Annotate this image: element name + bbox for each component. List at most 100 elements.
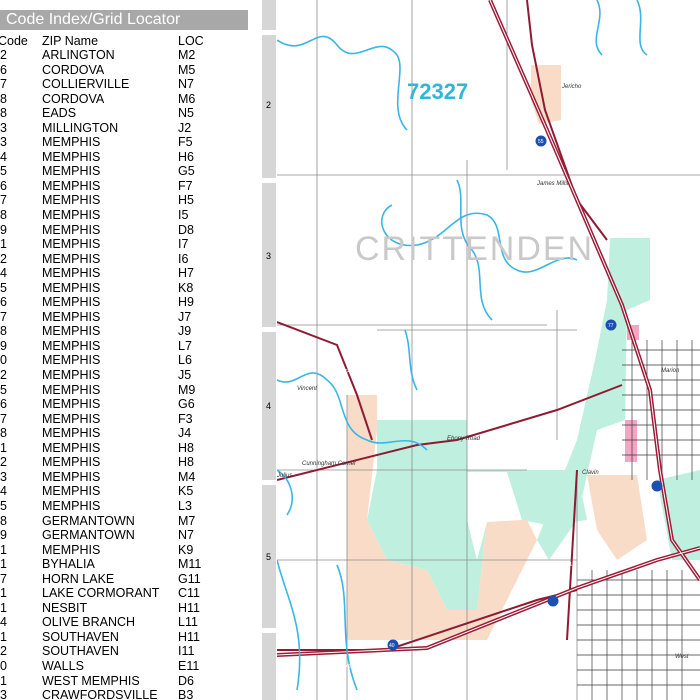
index-row: 2 MEMPHIS H8 — [0, 455, 262, 470]
zip-name-cell: MEMPHIS — [42, 135, 101, 150]
zip-name-cell: MEMPHIS — [42, 542, 101, 557]
loc-cell: K8 — [178, 280, 194, 295]
route-number: 149 — [343, 664, 352, 670]
index-row: 4 OLIVE BRANCH L11 — [0, 615, 262, 630]
street-map[interactable]: 72327 CRITTENDEN Jericho James Mills Marion V… — [277, 0, 700, 700]
map-canvas: 72327 CRITTENDEN Jericho James Mills Marion V… — [277, 0, 700, 700]
grid-divider — [262, 327, 276, 332]
zip-name-cell: MEMPHIS — [42, 295, 101, 310]
loc-cell: M2 — [178, 48, 196, 62]
zip-name-cell: MEMPHIS — [42, 338, 101, 353]
index-row: 1 LAKE CORMORANT C11 — [0, 586, 262, 601]
loc-cell: G5 — [178, 164, 195, 179]
zip-code-cell: 6 — [0, 178, 7, 193]
place-label: James Mills — [536, 181, 568, 187]
zip-name-cell: MEMPHIS — [42, 368, 101, 383]
zip-name-cell: OLIVE BRANCH — [42, 615, 136, 630]
zip-code-cell: 2 — [0, 368, 7, 383]
loc-cell: N7 — [178, 528, 194, 543]
loc-cell: J9 — [178, 324, 192, 339]
loc-column-header: LOC — [178, 34, 204, 48]
zip-name-cell: GERMANTOWN — [42, 528, 135, 543]
place-label: Marion — [661, 368, 680, 374]
index-row: 6 MEMPHIS F7 — [0, 179, 262, 194]
index-row: 3 CRAWFORDSVILLE B3 — [0, 688, 262, 700]
zip-name-cell: HORN LAKE — [42, 571, 115, 586]
zip-name-cell: SOUTHAVEN — [42, 629, 119, 644]
loc-cell: M5 — [178, 62, 196, 77]
zip-code-cell: 8 — [0, 208, 7, 223]
zip-code-cell: 5 — [0, 164, 7, 179]
zip-name-column-header: ZIP Name — [42, 34, 99, 48]
route-number: 40 — [389, 643, 395, 649]
grid-row-label: 4 — [266, 401, 272, 411]
loc-cell: H7 — [178, 266, 194, 281]
loc-cell: B3 — [178, 688, 194, 700]
loc-cell: G6 — [178, 397, 195, 412]
zip-name-cell: MEMPHIS — [42, 208, 101, 223]
zip-code-cell: 1 — [0, 600, 7, 615]
loc-cell: M6 — [178, 91, 196, 106]
index-row: 8 EADS N5 — [0, 106, 262, 121]
zip-code-cell: 2 — [0, 644, 7, 659]
loc-cell: H8 — [178, 455, 194, 470]
zip-name-cell: WEST MEMPHIS — [42, 673, 140, 688]
zip-name-cell: MEMPHIS — [42, 498, 101, 513]
zip-name-cell: MEMPHIS — [42, 353, 101, 368]
zip-name-cell: SOUTHAVEN — [42, 644, 119, 659]
loc-cell: H11 — [178, 629, 201, 644]
zip-name-cell: COLLIERVILLE — [42, 77, 130, 92]
zip-code-cell: 4 — [0, 484, 7, 499]
index-row: 2 ARLINGTON M2 — [0, 48, 262, 63]
loc-cell: H11 — [178, 600, 201, 615]
loc-cell: F7 — [178, 178, 193, 193]
index-row: 8 MEMPHIS J4 — [0, 426, 262, 441]
zip-code-cell: 1 — [0, 586, 7, 601]
index-row: 7 MEMPHIS J7 — [0, 310, 262, 325]
zip-code-cell: 8 — [0, 426, 7, 441]
index-row: 2 MEMPHIS J5 — [0, 368, 262, 383]
zip-name-cell: MEMPHIS — [42, 178, 101, 193]
route-number: 64 — [345, 369, 351, 375]
index-header-row: Code ZIP Name LOC — [0, 34, 262, 48]
place-label: Cunningham Corner — [302, 461, 357, 467]
zip-name-cell: MEMPHIS — [42, 193, 101, 208]
zip-name-cell: MEMPHIS — [42, 469, 101, 484]
index-row: 5 MEMPHIS L3 — [0, 499, 262, 514]
zip-name-cell: WALLS — [42, 658, 84, 673]
grid-row-label: 5 — [266, 552, 272, 562]
loc-cell: L3 — [178, 498, 192, 513]
loc-cell: H8 — [178, 440, 194, 455]
zip-name-cell: MEMPHIS — [42, 280, 101, 295]
index-row: 8 CORDOVA M6 — [0, 92, 262, 107]
loc-cell: I11 — [178, 644, 195, 659]
zip-code-cell: 2 — [0, 48, 7, 62]
index-row: 5 MEMPHIS K8 — [0, 281, 262, 296]
zip-name-cell: CRAWFORDSVILLE — [42, 688, 158, 700]
index-row: 4 MEMPHIS K5 — [0, 484, 262, 499]
tan-land-area — [587, 475, 647, 560]
loc-cell: G11 — [178, 571, 201, 586]
zip-name-cell: MEMPHIS — [42, 251, 101, 266]
loc-cell: J7 — [178, 309, 192, 324]
county-label: CRITTENDEN — [355, 230, 594, 268]
zip-code-label: 72327 — [407, 79, 468, 104]
place-label: Ebony Road — [447, 436, 481, 442]
index-row: 3 MEMPHIS M4 — [0, 470, 262, 485]
loc-cell: H6 — [178, 149, 194, 164]
place-label: West — [675, 654, 689, 660]
index-row: 1 SOUTHAVEN H11 — [0, 630, 262, 645]
zip-code-cell: 5 — [0, 382, 7, 397]
zip-name-cell: BYHALIA — [42, 557, 95, 572]
loc-cell: F5 — [178, 135, 193, 150]
zip-name-cell: MEMPHIS — [42, 222, 101, 237]
index-title: Code Index/Grid Locator — [0, 10, 248, 30]
loc-cell: N7 — [178, 77, 194, 92]
loc-cell: M4 — [178, 469, 196, 484]
zip-code-cell: 1 — [0, 557, 7, 572]
zip-name-cell: MEMPHIS — [42, 382, 101, 397]
loc-cell: N5 — [178, 106, 194, 121]
index-row: 5 MEMPHIS G5 — [0, 164, 262, 179]
index-row: 3 MILLINGTON J2 — [0, 121, 262, 136]
zip-name-cell: EADS — [42, 106, 77, 121]
